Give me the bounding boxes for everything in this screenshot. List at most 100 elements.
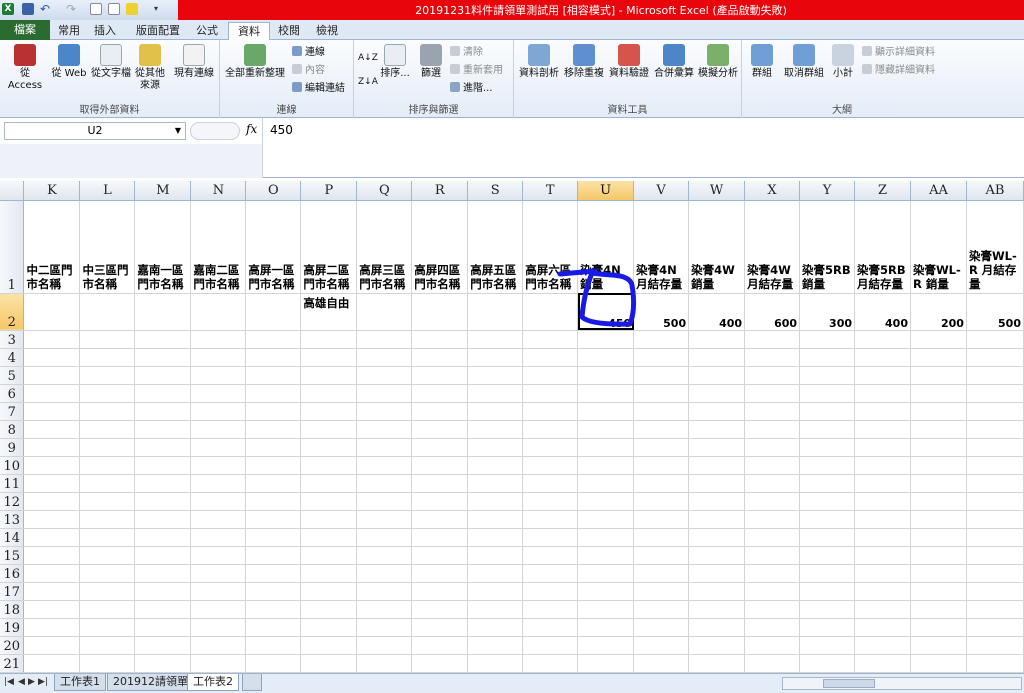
cell-w14[interactable] — [688, 528, 746, 547]
cell-k2[interactable] — [23, 293, 81, 331]
cell-s8[interactable] — [467, 420, 524, 439]
cell-m14[interactable] — [134, 528, 192, 547]
cell-t15[interactable] — [522, 546, 579, 565]
cell-w16[interactable] — [688, 564, 746, 583]
column-header-n[interactable]: N — [190, 181, 247, 201]
cell-w18[interactable] — [688, 600, 746, 619]
cell-o7[interactable] — [245, 402, 302, 421]
cell-u6[interactable] — [577, 384, 635, 403]
cell-v13[interactable] — [633, 510, 690, 529]
cell-ab2[interactable]: 500 — [966, 293, 1024, 331]
cell-k16[interactable] — [23, 564, 81, 583]
column-header-aa[interactable]: AA — [910, 181, 967, 201]
cell-p21[interactable] — [300, 654, 358, 673]
cell-m7[interactable] — [134, 402, 192, 421]
cell-n21[interactable] — [190, 654, 247, 673]
cell-t4[interactable] — [522, 348, 579, 367]
cell-r6[interactable] — [411, 384, 469, 403]
column-header-m[interactable]: M — [134, 181, 192, 201]
prev-sheet-icon[interactable]: ◀ — [18, 677, 25, 687]
row-header[interactable]: 1 — [0, 200, 25, 294]
column-header-v[interactable]: V — [633, 181, 690, 201]
cell-z1[interactable]: 染膏5RB 月結存量 — [854, 200, 911, 294]
cell-x6[interactable] — [744, 384, 801, 403]
cell-t14[interactable] — [522, 528, 579, 547]
cell-y12[interactable] — [799, 492, 856, 511]
cell-t13[interactable] — [522, 510, 579, 529]
cell-y20[interactable] — [799, 636, 856, 655]
row-header[interactable]: 17 — [0, 582, 25, 601]
cell-k12[interactable] — [23, 492, 81, 511]
cell-o20[interactable] — [245, 636, 302, 655]
cell-q11[interactable] — [356, 474, 413, 493]
column-header-o[interactable]: O — [245, 181, 302, 201]
tab-page-layout[interactable]: 版面配置 — [130, 22, 186, 40]
cell-n3[interactable] — [190, 330, 247, 349]
from-other-sources-button[interactable]: 從其他 來源 — [132, 44, 168, 92]
cell-w5[interactable] — [688, 366, 746, 385]
next-sheet-icon[interactable]: ▶ — [28, 677, 35, 687]
show-detail-button[interactable]: 顯示詳細資料 — [862, 46, 935, 59]
cell-m19[interactable] — [134, 618, 192, 637]
sort-button[interactable]: 排序... — [378, 44, 412, 80]
cell-m12[interactable] — [134, 492, 192, 511]
cell-ab8[interactable] — [966, 420, 1024, 439]
cell-ab7[interactable] — [966, 402, 1024, 421]
cell-z14[interactable] — [854, 528, 911, 547]
cell-k21[interactable] — [23, 654, 81, 673]
cell-q6[interactable] — [356, 384, 413, 403]
cell-s1[interactable]: 高屏五區門市名稱 — [467, 200, 524, 294]
cell-aa16[interactable] — [910, 564, 967, 583]
cell-y10[interactable] — [799, 456, 856, 475]
row-header[interactable]: 19 — [0, 618, 25, 637]
cell-aa18[interactable] — [910, 600, 967, 619]
cell-y19[interactable] — [799, 618, 856, 637]
cell-q17[interactable] — [356, 582, 413, 601]
cell-m11[interactable] — [134, 474, 192, 493]
cell-m17[interactable] — [134, 582, 192, 601]
cell-m21[interactable] — [134, 654, 192, 673]
cell-z19[interactable] — [854, 618, 911, 637]
cell-v17[interactable] — [633, 582, 690, 601]
cell-l4[interactable] — [79, 348, 136, 367]
cell-aa14[interactable] — [910, 528, 967, 547]
cell-x8[interactable] — [744, 420, 801, 439]
cell-l5[interactable] — [79, 366, 136, 385]
data-validation-button[interactable]: 資料驗證 — [606, 44, 652, 80]
cell-p16[interactable] — [300, 564, 358, 583]
cell-y16[interactable] — [799, 564, 856, 583]
cell-p7[interactable] — [300, 402, 358, 421]
cell-y9[interactable] — [799, 438, 856, 457]
cell-aa7[interactable] — [910, 402, 967, 421]
cell-x10[interactable] — [744, 456, 801, 475]
cell-y2[interactable]: 300 — [799, 293, 856, 331]
cell-k11[interactable] — [23, 474, 81, 493]
cell-m3[interactable] — [134, 330, 192, 349]
cell-u2[interactable]: 450 — [577, 293, 635, 331]
row-header[interactable]: 6 — [0, 384, 25, 403]
cell-t18[interactable] — [522, 600, 579, 619]
cell-l7[interactable] — [79, 402, 136, 421]
cell-r15[interactable] — [411, 546, 469, 565]
cell-x7[interactable] — [744, 402, 801, 421]
cell-u9[interactable] — [577, 438, 635, 457]
cell-l19[interactable] — [79, 618, 136, 637]
row-header[interactable]: 21 — [0, 654, 25, 673]
cell-s6[interactable] — [467, 384, 524, 403]
cell-s14[interactable] — [467, 528, 524, 547]
cell-o9[interactable] — [245, 438, 302, 457]
row-header[interactable]: 3 — [0, 330, 25, 349]
cell-n15[interactable] — [190, 546, 247, 565]
sort-za-button[interactable]: Z↓A — [358, 76, 378, 88]
cell-w3[interactable] — [688, 330, 746, 349]
cell-p18[interactable] — [300, 600, 358, 619]
cell-z4[interactable] — [854, 348, 911, 367]
cell-q14[interactable] — [356, 528, 413, 547]
cell-w11[interactable] — [688, 474, 746, 493]
cell-p12[interactable] — [300, 492, 358, 511]
cell-w13[interactable] — [688, 510, 746, 529]
cell-m2[interactable] — [134, 293, 192, 331]
cell-x1[interactable]: 染膏4W 月結存量 — [744, 200, 801, 294]
cell-l13[interactable] — [79, 510, 136, 529]
cell-m5[interactable] — [134, 366, 192, 385]
